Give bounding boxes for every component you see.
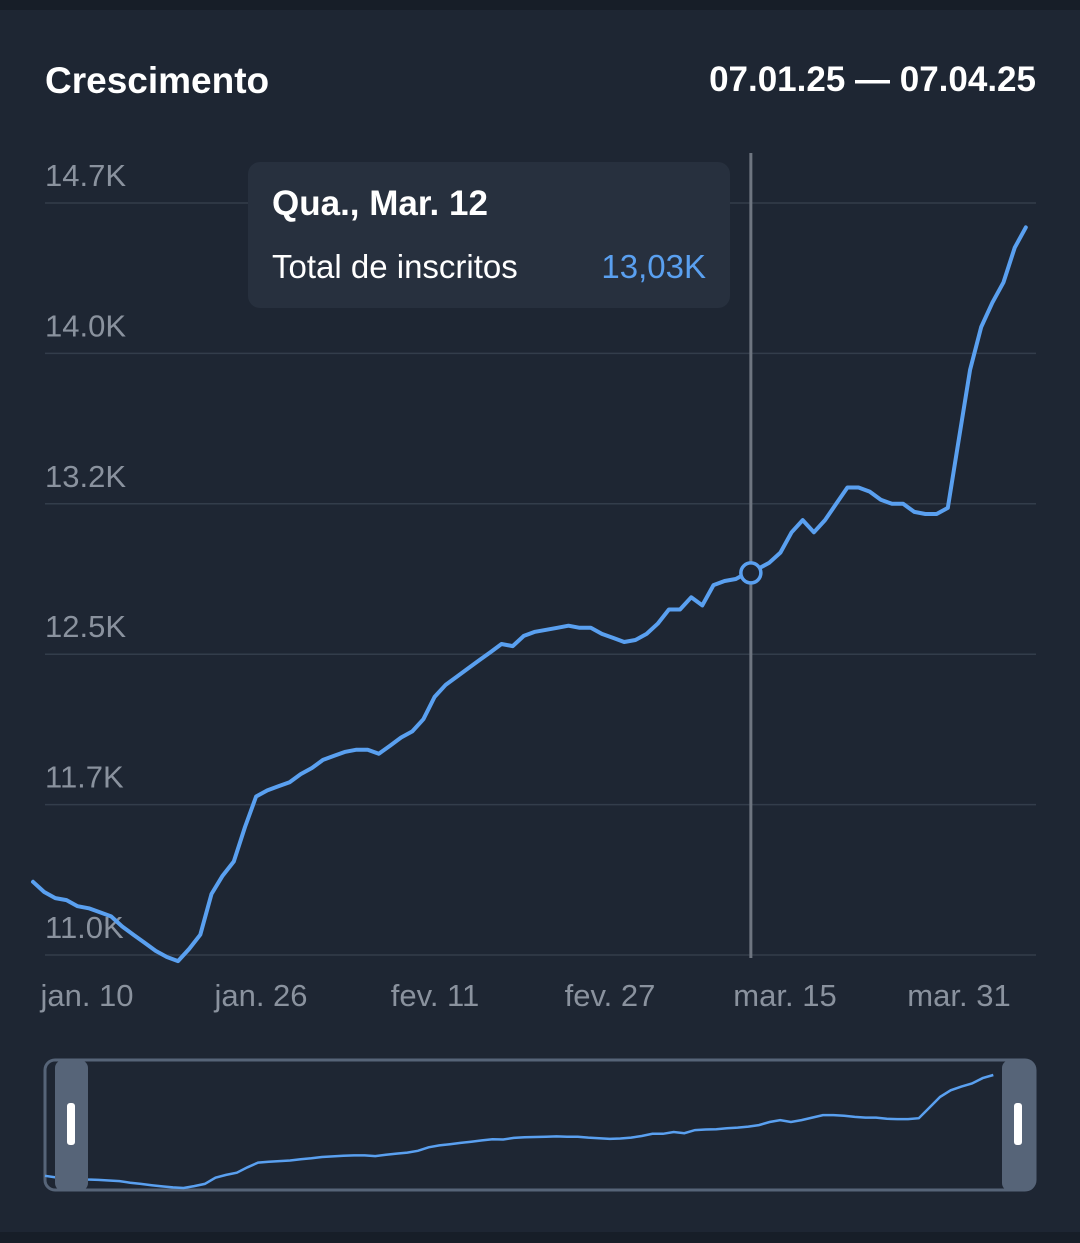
navigator-frame <box>43 1058 1037 1192</box>
navigator-series-line <box>44 1073 994 1190</box>
x-tick-label: fev. 27 <box>565 978 656 1013</box>
x-axis-labels: jan. 10 jan. 26 fev. 11 fev. 27 mar. 15 mar. … <box>39 978 1010 1013</box>
range-navigator[interactable] <box>43 1058 1037 1192</box>
tooltip: Qua., Mar. 12 Total de inscritos 13,03K <box>248 162 730 308</box>
navigator-left-handle-grip <box>67 1103 75 1145</box>
x-tick-label: jan. 10 <box>39 978 133 1013</box>
x-tick-label: mar. 15 <box>733 978 836 1013</box>
y-tick-label: 11.7K <box>45 760 124 795</box>
y-tick-label: 14.0K <box>45 308 126 343</box>
navigator-left-handle[interactable] <box>55 1060 88 1191</box>
tooltip-value: 13,03K <box>601 248 706 285</box>
y-tick-label: 13.2K <box>45 459 126 494</box>
y-axis-labels: 14.7K14.0K13.2K12.5K11.7K11.0K <box>45 158 126 945</box>
x-tick-label: jan. 26 <box>213 978 307 1013</box>
navigator-right-handle-grip <box>1014 1103 1022 1145</box>
tooltip-label: Total de inscritos <box>272 248 518 285</box>
x-tick-label: mar. 31 <box>907 978 1010 1013</box>
chart-grid <box>45 202 1036 956</box>
y-tick-label: 14.7K <box>45 158 126 193</box>
tooltip-date: Qua., Mar. 12 <box>272 184 488 223</box>
y-tick-label: 12.5K <box>45 609 126 644</box>
navigator-right-handle[interactable] <box>1002 1060 1035 1191</box>
x-tick-label: fev. 11 <box>391 978 479 1013</box>
cursor-marker <box>739 561 763 585</box>
series-line <box>31 225 1028 964</box>
